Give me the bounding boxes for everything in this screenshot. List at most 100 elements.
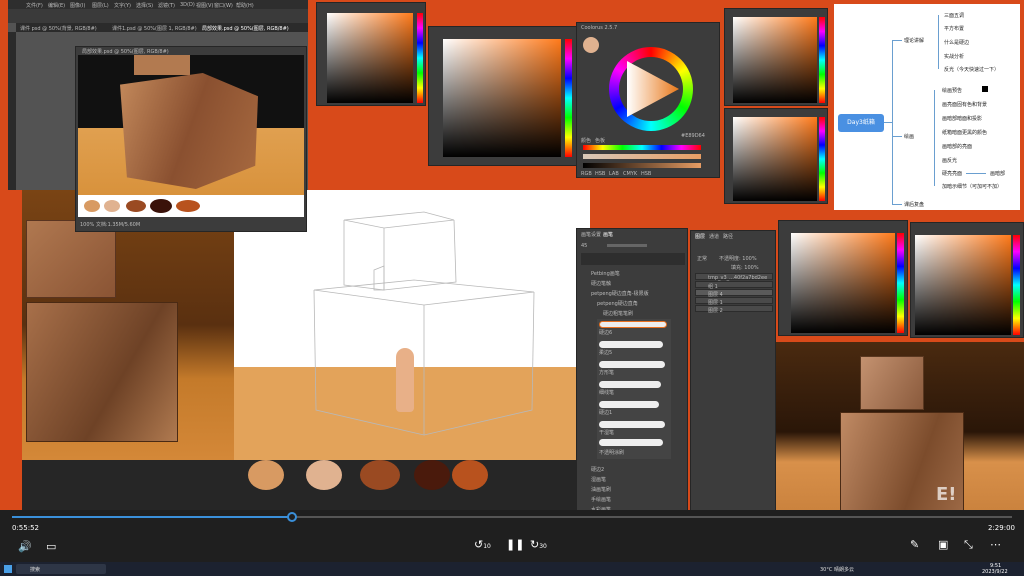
brush-folder-6[interactable]: 硬边2	[583, 465, 681, 473]
forward-button[interactable]: ↻30	[530, 538, 547, 551]
brush-folder-label: 硬边2	[591, 467, 605, 473]
wheel-tab-swatch[interactable]: 色板	[595, 137, 605, 144]
picker-4-hue[interactable]	[819, 117, 825, 201]
wheel-mode-hsb[interactable]: HSB	[595, 171, 605, 177]
layer-row-4[interactable]: 图层 1	[695, 297, 773, 306]
menu-file[interactable]: 文件(F)	[26, 2, 43, 9]
fullscreen-icon[interactable]: ⤡	[964, 538, 973, 552]
brush-size-slider[interactable]	[607, 244, 647, 247]
photo-r-box-top	[860, 356, 924, 410]
menu-type[interactable]: 文字(Y)	[114, 2, 131, 9]
brush-size[interactable]: 45	[581, 243, 587, 249]
layers-opacity[interactable]: 不透明度: 100%	[719, 255, 757, 262]
menu-layer[interactable]: 图层(L)	[92, 2, 109, 9]
slider-sat[interactable]	[583, 154, 701, 159]
layer-row-5[interactable]: 图层 2	[695, 305, 773, 314]
wheel-mode-rgb[interactable]: RGB	[581, 171, 592, 177]
subtitles-icon[interactable]: ▭	[46, 540, 56, 553]
swatch-2[interactable]	[306, 460, 342, 490]
volume-icon[interactable]: 🔊	[18, 540, 32, 553]
brush-stroke-7[interactable]	[599, 439, 663, 446]
menu-select[interactable]: 选择(S)	[136, 2, 153, 9]
pause-button[interactable]: ❚❚	[506, 538, 524, 551]
picker-3-field[interactable]	[733, 17, 817, 103]
taskbar-weather: 30°C 晴朗多云	[820, 567, 854, 573]
swatch-5[interactable]	[452, 460, 488, 490]
ps-toolbox	[8, 32, 16, 190]
doc-tab-3[interactable]: 局部效果.psd @ 50%(图层, RGB/8#)	[202, 25, 289, 32]
wheel-mode-cmyk[interactable]: CMYK	[623, 171, 637, 177]
menu-3d[interactable]: 3D(D)	[180, 2, 195, 8]
brush-folder-4[interactable]: petpeng硬边直角	[583, 299, 681, 307]
brush-panel: 画笔设置 画笔 45 Petbing画笔 硬边笔触 petpeng硬边直角-极限…	[576, 228, 688, 520]
layer-row-2[interactable]: 组 1	[695, 281, 773, 290]
wheel-mode-hsb2[interactable]: HSB	[641, 171, 651, 177]
picker-3-hue[interactable]	[819, 17, 825, 103]
picker-1-field[interactable]	[327, 13, 413, 103]
progress-track[interactable]	[12, 512, 1012, 522]
picker-6-field[interactable]	[915, 235, 1011, 335]
picker-2-field[interactable]	[443, 39, 561, 157]
brush-folder-5[interactable]: 硬边粗笔笔刷	[583, 309, 681, 317]
menu-help[interactable]: 帮助(H)	[236, 2, 254, 9]
menu-filter[interactable]: 滤镜(T)	[158, 2, 175, 9]
progress-knob[interactable]	[287, 512, 297, 522]
brush-name-3: 方形笔	[599, 370, 615, 376]
brush-folder-7[interactable]: 湿画笔	[583, 475, 681, 483]
color-wheel-panel: Coolorus 2.5.7 #E89D64 颜色 色板 RGB HSB LAB…	[576, 22, 720, 178]
swatch-1[interactable]	[248, 460, 284, 490]
picker-5-hue[interactable]	[897, 233, 904, 333]
progress-fill	[12, 516, 292, 518]
brush-folder-9[interactable]: 手绘画笔	[583, 495, 681, 503]
picker-1-hue[interactable]	[417, 13, 423, 103]
start-icon[interactable]	[4, 565, 12, 573]
menu-window[interactable]: 窗口(W)	[214, 2, 233, 9]
brush-folder-1[interactable]: Petbing画笔	[583, 269, 681, 277]
menu-image[interactable]: 图像(I)	[70, 2, 85, 9]
wheel-mode-lab[interactable]: LAB	[609, 171, 619, 177]
miniplayer-icon[interactable]: ▣	[938, 538, 948, 551]
brush-folder-3[interactable]: petpeng硬边直角-极限版	[583, 289, 681, 297]
brush-tab-settings[interactable]: 画笔设置	[581, 231, 601, 238]
edit-icon[interactable]: ✎	[910, 538, 919, 551]
brush-folder-2[interactable]: 硬边笔触	[583, 279, 681, 287]
picker-5-field[interactable]	[791, 233, 895, 333]
brush-stroke-1[interactable]	[599, 321, 667, 328]
brush-stroke-3[interactable]	[599, 361, 665, 368]
mindmap-paint-4: 纸箱暗面更黑的颜色	[942, 130, 988, 136]
wheel-tab-color[interactable]: 颜色	[581, 137, 591, 144]
rewind-button[interactable]: ↺10	[474, 538, 491, 551]
picker-2-hue[interactable]	[565, 39, 572, 157]
swatch-4[interactable]	[414, 460, 450, 490]
color-wheel[interactable]	[609, 47, 693, 131]
taskbar-search[interactable]: 搜索	[16, 564, 106, 574]
slider-bri[interactable]	[583, 163, 701, 168]
layers-tab-channels[interactable]: 通道	[709, 233, 719, 240]
menu-view[interactable]: 视图(V)	[196, 2, 213, 9]
wheel-title: Coolorus 2.5.7	[581, 25, 618, 31]
doc-tab-2[interactable]: 课件1.psd @ 50%(图层 1, RGB/8#)	[112, 25, 197, 32]
slider-hue[interactable]	[583, 145, 701, 150]
layers-tab-paths[interactable]: 路径	[723, 233, 733, 240]
layer-row-1[interactable]: tmp_v3_...40f2a7bd2ee	[695, 273, 773, 281]
brush-stroke-4[interactable]	[599, 381, 661, 388]
brush-folder-label: 手绘画笔	[591, 497, 612, 503]
layers-tab-layers[interactable]: 图层	[695, 233, 705, 240]
brush-stroke-5[interactable]	[599, 401, 659, 408]
picker-4-field[interactable]	[733, 117, 817, 201]
brush-tab-brushes[interactable]: 画笔	[603, 231, 613, 238]
layer-row-3[interactable]: 图层 4	[695, 289, 773, 298]
brush-stroke-2[interactable]	[599, 341, 663, 348]
menu-edit[interactable]: 编辑(E)	[48, 2, 65, 9]
more-icon[interactable]: ⋯	[990, 538, 1001, 551]
layers-fill[interactable]: 填充: 100%	[731, 264, 759, 271]
swatch-3[interactable]	[360, 460, 400, 490]
ref-swatch-5	[176, 200, 200, 212]
taskbar: 搜索 30°C 晴朗多云 9:51 2023/9/22	[0, 562, 1024, 576]
doc-tab-1[interactable]: 课件 psd @ 50%(背景, RGB/8#)	[20, 25, 97, 32]
brush-stroke-6[interactable]	[599, 421, 665, 428]
picker-6-hue[interactable]	[1013, 235, 1020, 335]
brush-folder-8[interactable]: 油画笔刷	[583, 485, 681, 493]
hex-value[interactable]: #E89D64	[681, 133, 705, 139]
layers-blend-mode[interactable]: 正常	[697, 255, 707, 262]
